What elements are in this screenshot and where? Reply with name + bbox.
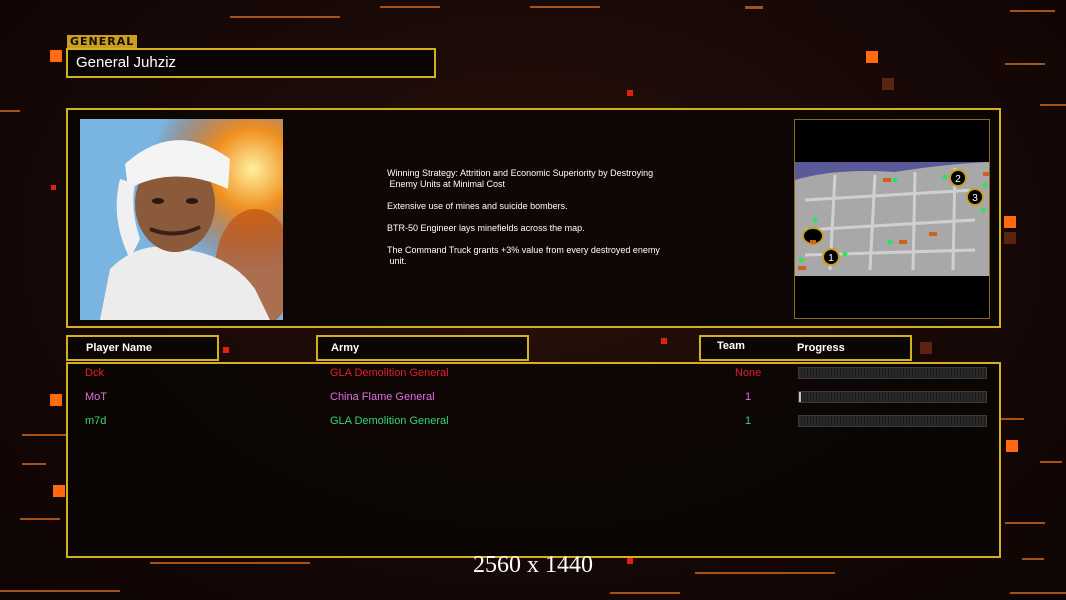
player-row: MoT China Flame General 1 <box>66 387 1001 407</box>
player-team: 1 <box>745 391 752 403</box>
player-name-header: Player Name <box>66 335 219 361</box>
description-line-2: Extensive use of mines and suicide bombe… <box>387 201 568 211</box>
general-description: Winning Strategy: Attrition and Economic… <box>387 168 707 278</box>
general-tag: GENERAL <box>67 35 138 48</box>
minimap-marker-3: 3 <box>972 193 978 204</box>
player-progress-bar <box>798 367 987 379</box>
general-portrait <box>80 119 283 320</box>
player-team: None <box>735 367 762 379</box>
player-progress-bar <box>798 391 987 403</box>
player-army: GLA Demolition General <box>330 415 449 427</box>
player-name: m7d <box>85 415 107 427</box>
minimap: 1 2 3 <box>794 119 990 319</box>
general-name: General Juhziz <box>66 48 436 78</box>
player-name: Dck <box>85 367 104 379</box>
player-row: Dck GLA Demolition General None <box>66 363 1001 383</box>
progress-header-label: Progress <box>797 342 845 354</box>
portrait-image <box>80 119 283 320</box>
player-army: GLA Demolition General <box>330 367 449 379</box>
army-header: Army <box>316 335 529 361</box>
minimap-marker-2: 2 <box>955 174 961 185</box>
minimap-terrain: 1 2 3 <box>795 120 989 318</box>
resolution-label: 2560 x 1440 <box>473 552 593 578</box>
team-progress-header: Team Progress <box>699 335 912 361</box>
description-strategy: Winning Strategy: Attrition and Economic… <box>387 168 654 189</box>
army-header-label: Army <box>331 342 360 354</box>
player-team: 1 <box>745 415 752 427</box>
players-list: Dck GLA Demolition General None MoT Chin… <box>66 362 1001 558</box>
description-line-4: The Command Truck grants +3% value from … <box>387 245 660 266</box>
player-progress-bar <box>798 415 987 427</box>
player-name-header-label: Player Name <box>86 342 153 354</box>
player-row: m7d GLA Demolition General 1 <box>66 411 1001 431</box>
minimap-marker-1: 1 <box>828 253 834 264</box>
description-line-3: BTR-50 Engineer lays minefields across t… <box>387 223 585 233</box>
player-name: MoT <box>85 391 107 403</box>
player-army: China Flame General <box>330 391 435 403</box>
team-header-label: Team <box>717 340 745 352</box>
